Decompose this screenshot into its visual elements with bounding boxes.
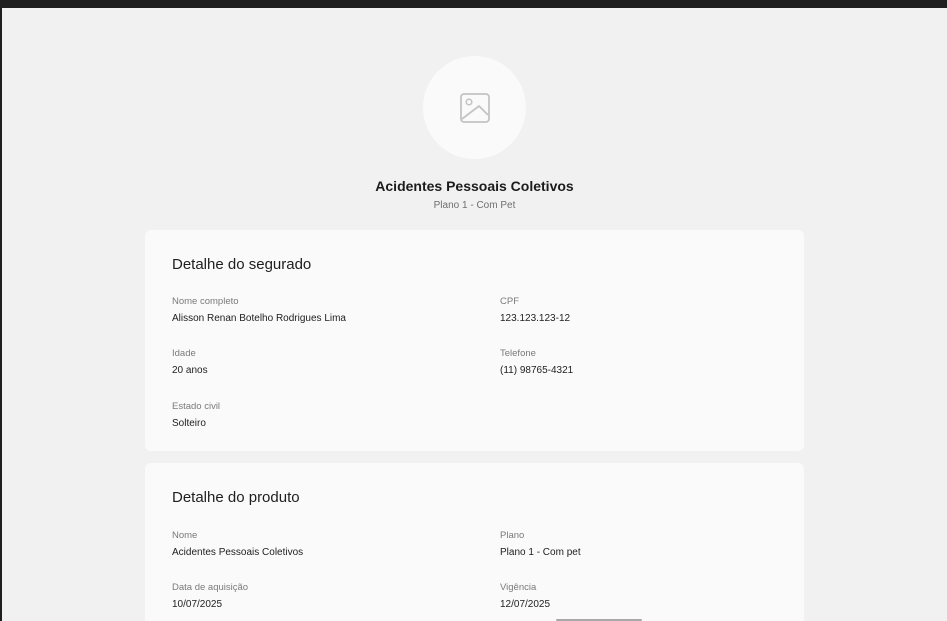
field-label: Nome [172,530,198,541]
field-value: 20 anos [172,365,208,376]
field-cpf: CPF 123.123.123-12 [500,296,570,325]
field-value: Acidentes Pessoais Coletivos [172,547,304,558]
field-age: Idade 20 anos [172,348,208,377]
product-details-title: Detalhe do produto [172,489,300,506]
field-phone: Telefone (11) 98765-4321 [500,348,573,377]
field-value: Plano 1 - Com pet [500,547,581,558]
field-acquisition-date: Data de aquisição 10/07/2025 [172,582,248,611]
product-details-card: Detalhe do produto Nome Acidentes Pessoa… [145,463,804,621]
field-validity: Vigência 12/07/2025 [500,582,550,611]
field-label: Idade [172,348,196,359]
field-value: (11) 98765-4321 [500,365,574,376]
field-marital-status: Estado civil Solteiro [172,401,220,430]
field-value: 10/07/2025 [172,599,223,610]
field-label: Telefone [500,348,536,359]
page-viewport[interactable]: Acidentes Pessoais Coletivos Plano 1 - C… [2,8,947,621]
field-value: 123.123.123-12 [500,313,571,324]
product-title: Acidentes Pessoais Coletivos [375,178,574,194]
field-full-name: Nome completo Alisson Renan Botelho Rodr… [172,296,346,325]
field-label: CPF [500,296,519,307]
field-label: Plano [500,530,525,541]
image-placeholder-icon [459,92,490,123]
insured-details-card: Detalhe do segurado Nome completo Alisso… [145,230,804,451]
field-product-name: Nome Acidentes Pessoais Coletivos [172,530,303,559]
product-image-placeholder [423,56,526,159]
field-value: Alisson Renan Botelho Rodrigues Lima [172,313,346,324]
field-label: Vigência [500,582,537,593]
field-value: Solteiro [172,418,206,429]
insured-details-title: Detalhe do segurado [172,256,312,273]
field-plan: Plano Plano 1 - Com pet [500,530,581,559]
field-label: Data de aquisição [172,582,249,593]
field-value: 12/07/2025 [500,599,551,610]
product-subtitle: Plano 1 - Com Pet [433,200,516,211]
field-label: Estado civil [172,401,221,412]
field-label: Nome completo [172,296,239,307]
